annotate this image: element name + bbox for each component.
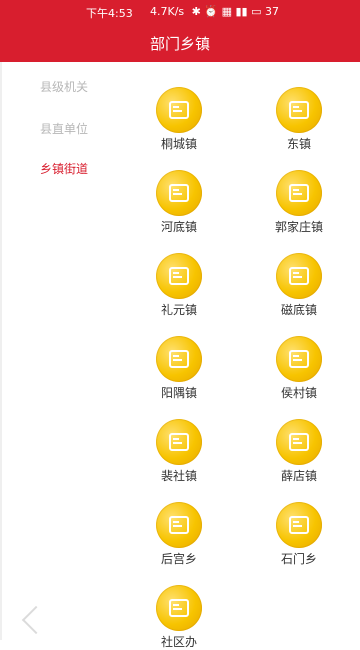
town-coin-icon: [276, 87, 322, 133]
network-speed: 4.7K/s: [150, 5, 185, 18]
town-card[interactable]: 裴社镇: [129, 404, 229, 484]
town-card[interactable]: 阳隅镇: [129, 321, 229, 401]
town-card[interactable]: 侯村镇: [249, 321, 349, 401]
town-card[interactable]: 后宫乡: [129, 487, 229, 567]
building-icon: [289, 101, 309, 119]
sidebar-item-towns[interactable]: 乡镇街道: [40, 160, 88, 177]
town-label: 桐城镇: [160, 137, 197, 151]
town-card[interactable]: 石门乡: [249, 487, 349, 567]
town-coin-icon: [276, 253, 322, 299]
sidebar-item-county-units[interactable]: 县直单位: [40, 120, 88, 137]
town-label: 磁底镇: [280, 303, 317, 317]
building-icon: [289, 350, 309, 368]
building-icon: [169, 101, 189, 119]
page-title: 部门乡镇: [149, 35, 210, 53]
town-coin-icon: [156, 170, 202, 216]
building-icon: [169, 184, 189, 202]
town-label: 东镇: [286, 137, 311, 151]
town-card[interactable]: 河底镇: [129, 155, 229, 235]
town-coin-icon: [156, 87, 202, 133]
town-coin-icon: [276, 502, 322, 548]
building-icon: [169, 433, 189, 451]
status-time: 下午4:53: [86, 7, 133, 20]
town-label: 裴社镇: [160, 469, 197, 483]
town-label: 礼元镇: [160, 303, 197, 317]
town-card[interactable]: 磁底镇: [249, 238, 349, 318]
town-label: 河底镇: [160, 220, 197, 234]
building-icon: [289, 516, 309, 534]
sidebar: 县级机关 县直单位 乡镇街道: [0, 62, 112, 640]
battery-icon: ▭: [251, 5, 262, 18]
town-label: 郭家庄镇: [274, 220, 323, 234]
town-card[interactable]: 郭家庄镇: [249, 155, 349, 235]
town-card[interactable]: 桐城镇: [129, 72, 229, 152]
town-label: 薛店镇: [280, 469, 317, 483]
town-coin-icon: [276, 336, 322, 382]
town-coin-icon: [156, 336, 202, 382]
town-label: 侯村镇: [280, 386, 317, 400]
town-coin-icon: [156, 502, 202, 548]
status-right: 4.7K/s ✱ ⏰ ▦ ▮▮ ▭ 37: [150, 5, 279, 18]
battery-percent: 37: [264, 5, 279, 18]
town-label: 石门乡: [280, 552, 317, 566]
town-card[interactable]: 薛店镇: [249, 404, 349, 484]
town-label: 后宫乡: [160, 552, 197, 566]
sidebar-divider: [0, 62, 2, 640]
sidebar-item-county-organs[interactable]: 县级机关: [40, 78, 88, 95]
status-icons: ✱ ⏰ ▦ ▮▮: [191, 5, 248, 18]
town-coin-icon: [276, 170, 322, 216]
town-label: 阳隅镇: [160, 386, 197, 400]
building-icon: [169, 350, 189, 368]
town-card[interactable]: 东镇: [249, 72, 349, 152]
building-icon: [289, 267, 309, 285]
back-chevron-icon[interactable]: [21, 605, 51, 635]
building-icon: [289, 184, 309, 202]
town-grid: 桐城镇 东镇 河底镇 郭家庄镇 礼元镇 磁底镇 阳隅镇 侯村镇 裴社镇 薛店镇 …: [112, 62, 360, 649]
town-coin-icon: [156, 419, 202, 465]
app-bar: 部门乡镇: [0, 24, 360, 62]
town-coin-icon: [156, 253, 202, 299]
building-icon: [169, 267, 189, 285]
building-icon: [169, 516, 189, 534]
town-coin-icon: [276, 419, 322, 465]
status-bar: 下午4:53 4.7K/s ✱ ⏰ ▦ ▮▮ ▭ 37: [0, 0, 360, 24]
bottom-nav: [0, 600, 360, 640]
building-icon: [289, 433, 309, 451]
town-card[interactable]: 礼元镇: [129, 238, 229, 318]
